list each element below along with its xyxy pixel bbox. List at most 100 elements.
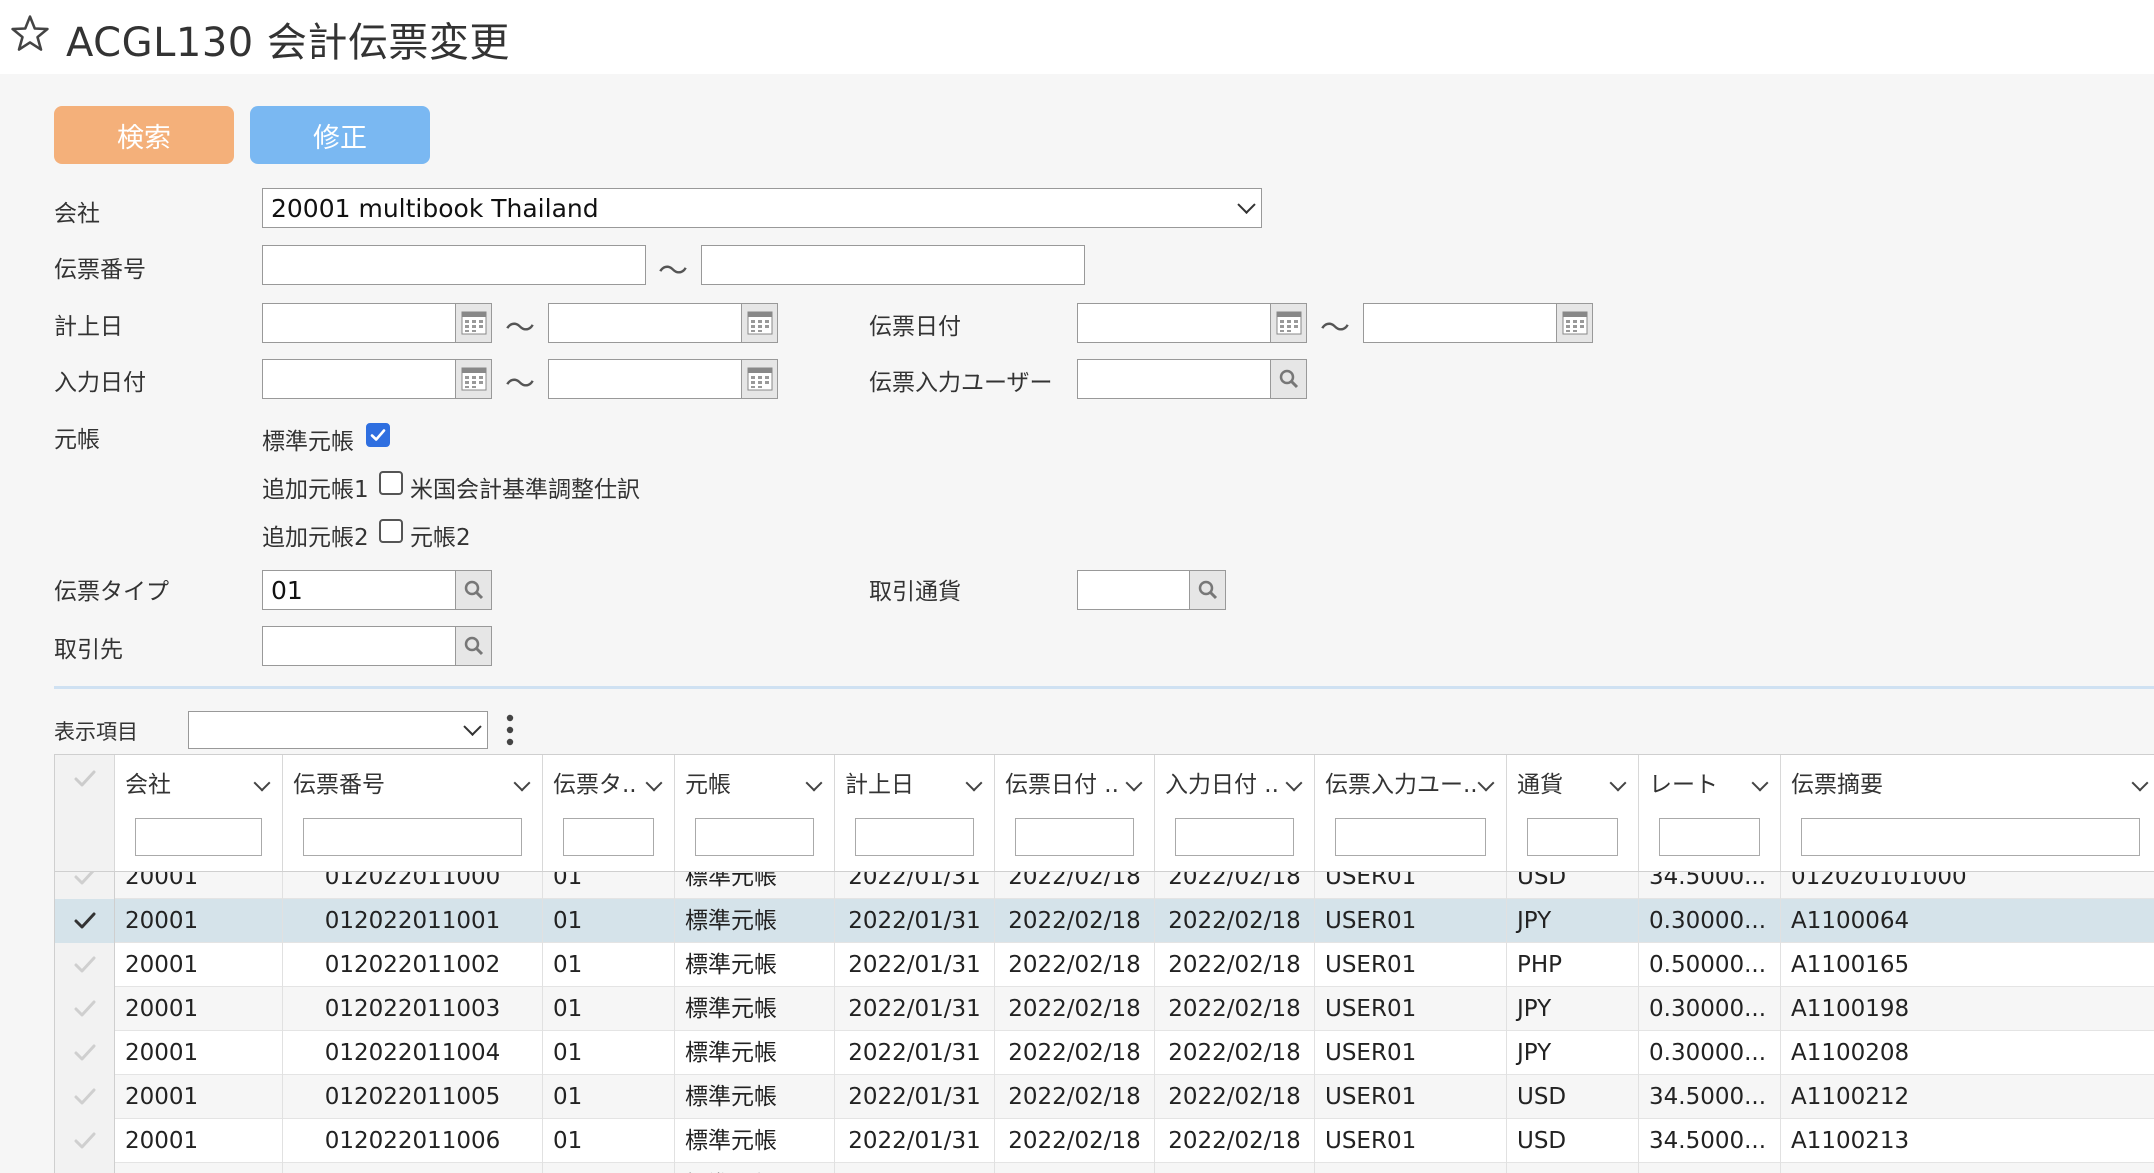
- column-filter-posting-date[interactable]: [855, 818, 974, 856]
- chevron-down-icon[interactable]: [1125, 774, 1143, 792]
- search-icon[interactable]: [455, 570, 492, 610]
- cell-company: 20001: [115, 987, 283, 1031]
- table-row[interactable]: 20001 012022011005 01 標準元帳 2022/01/31 2022/02…: [55, 1075, 2154, 1119]
- column-header-currency[interactable]: 通貨: [1507, 755, 1639, 871]
- calendar-icon[interactable]: [741, 303, 778, 343]
- chevron-down-icon[interactable]: [1285, 774, 1303, 792]
- search-icon[interactable]: [1270, 359, 1307, 399]
- posting-date-from-input[interactable]: [262, 303, 456, 343]
- column-header-input-date[interactable]: 入力日付 ..: [1155, 755, 1315, 871]
- calendar-icon[interactable]: [1556, 303, 1593, 343]
- input-date-from-input[interactable]: [262, 359, 456, 399]
- chevron-down-icon[interactable]: [965, 774, 983, 792]
- column-header-posting-date[interactable]: 計上日: [835, 755, 995, 871]
- chevron-down-icon[interactable]: [513, 774, 531, 792]
- txn-currency-input[interactable]: [1077, 570, 1190, 610]
- row-select-checkbox[interactable]: [55, 1075, 115, 1119]
- cell-input-date: 2022/02/18: [1155, 1119, 1315, 1163]
- column-filter-currency[interactable]: [1527, 818, 1618, 856]
- partner-input[interactable]: [262, 626, 456, 666]
- column-filter-input-date[interactable]: [1175, 818, 1294, 856]
- chevron-down-icon[interactable]: [645, 774, 663, 792]
- cell-ledger: 標準元帳: [675, 1119, 835, 1163]
- table-row[interactable]: 20001 012022011004 01 標準元帳 2022/01/31 2022/02…: [55, 1031, 2154, 1075]
- cell-input-date: 2022/02/18: [1155, 1075, 1315, 1119]
- column-filter-ledger[interactable]: [695, 818, 814, 856]
- table-row[interactable]: 20001 012022011001 01 標準元帳 2022/01/31 2022/02…: [55, 899, 2154, 943]
- slip-type-input[interactable]: 01: [262, 570, 456, 610]
- row-select-checkbox[interactable]: [55, 987, 115, 1031]
- column-header-input-user[interactable]: 伝票入力ユー..: [1315, 755, 1507, 871]
- column-filter-slip-date[interactable]: [1015, 818, 1134, 856]
- column-header-slip-no[interactable]: 伝票番号: [283, 755, 543, 871]
- column-header-slip-type[interactable]: 伝票タ..: [543, 755, 675, 871]
- calendar-icon[interactable]: [1270, 303, 1307, 343]
- cell-rate: 0.50000...: [1639, 943, 1781, 987]
- chevron-down-icon[interactable]: [1609, 774, 1627, 792]
- ledger-add1-option: 米国会計基準調整仕訳: [410, 477, 640, 503]
- search-icon[interactable]: [1189, 570, 1226, 610]
- cell-description: A1100213: [1781, 1119, 2154, 1163]
- range-tilde: ～: [658, 254, 688, 289]
- cell-slip-no: 012022011006: [283, 1119, 543, 1163]
- column-header-description[interactable]: 伝票摘要: [1781, 755, 2154, 871]
- row-select-checkbox[interactable]: [55, 1119, 115, 1163]
- ledger-add2-checkbox[interactable]: [379, 519, 403, 543]
- chevron-down-icon[interactable]: [805, 774, 823, 792]
- search-icon[interactable]: [455, 626, 492, 666]
- column-filter-input-user[interactable]: [1335, 818, 1486, 856]
- table-row[interactable]: 20001 012022011003 01 標準元帳 2022/01/31 2022/02…: [55, 987, 2154, 1031]
- slip-number-to-input[interactable]: [701, 245, 1085, 285]
- table-row[interactable]: 20001 012022011006 01 標準元帳 2022/01/31 2022/02…: [55, 1119, 2154, 1163]
- calendar-icon[interactable]: [455, 303, 492, 343]
- table-row[interactable]: 20001 012022011002 01 標準元帳 2022/01/31 2022/02…: [55, 943, 2154, 987]
- calendar-icon[interactable]: [741, 359, 778, 399]
- display-items-select[interactable]: [188, 711, 488, 749]
- column-header-company[interactable]: 会社: [115, 755, 283, 871]
- check-icon: [74, 956, 95, 973]
- slip-date-to-input[interactable]: [1363, 303, 1557, 343]
- cell-description: A1100198: [1781, 987, 2154, 1031]
- cell-input-user: USER01: [1315, 1031, 1507, 1075]
- cell-currency: USD: [1507, 1119, 1639, 1163]
- column-header-ledger[interactable]: 元帳: [675, 755, 835, 871]
- company-select[interactable]: 20001 multibook Thailand: [262, 188, 1262, 228]
- slip-input-user-input[interactable]: [1077, 359, 1271, 399]
- calendar-icon[interactable]: [455, 359, 492, 399]
- chevron-down-icon[interactable]: [253, 774, 271, 792]
- cell-posting-date: 2022/01/31: [835, 987, 995, 1031]
- chevron-down-icon[interactable]: [2131, 774, 2149, 792]
- column-filter-rate[interactable]: [1659, 818, 1760, 856]
- check-icon: [74, 1132, 95, 1149]
- chevron-down-icon[interactable]: [1751, 774, 1769, 792]
- cell-company: 20001: [115, 899, 283, 943]
- cell-currency: JPY: [1507, 987, 1639, 1031]
- ledger-standard-checkbox[interactable]: [366, 423, 390, 447]
- input-date-to-input[interactable]: [548, 359, 742, 399]
- ledger-add1-checkbox[interactable]: [379, 471, 403, 495]
- edit-button[interactable]: 修正: [250, 106, 430, 164]
- column-filter-slip-no[interactable]: [303, 818, 522, 856]
- column-filter-company[interactable]: [135, 818, 262, 856]
- slip-number-from-input[interactable]: [262, 245, 646, 285]
- cell-currency: JPY: [1507, 899, 1639, 943]
- ledger-add2-label: 追加元帳2: [262, 525, 369, 551]
- column-header-slip-date[interactable]: 伝票日付 ..: [995, 755, 1155, 871]
- row-select-checkbox[interactable]: [55, 899, 115, 943]
- column-header-label: 通貨: [1517, 772, 1563, 798]
- slip-date-from-input[interactable]: [1077, 303, 1271, 343]
- posting-date-to-input[interactable]: [548, 303, 742, 343]
- column-filter-slip-type[interactable]: [563, 818, 654, 856]
- column-filter-description[interactable]: [1801, 818, 2140, 856]
- chevron-down-icon[interactable]: [1477, 774, 1495, 792]
- cell-rate: 0.30000...: [1639, 899, 1781, 943]
- cell-company: 20001: [115, 1119, 283, 1163]
- row-select-checkbox[interactable]: [55, 1031, 115, 1075]
- row-select-checkbox[interactable]: [55, 943, 115, 987]
- search-button[interactable]: 検索: [54, 106, 234, 164]
- more-options-icon[interactable]: [500, 712, 520, 748]
- favorite-star-icon[interactable]: [8, 12, 52, 56]
- header-select-all[interactable]: [55, 755, 115, 871]
- column-header-rate[interactable]: レート: [1639, 755, 1781, 871]
- cell-slip-no: 012022011005: [283, 1075, 543, 1119]
